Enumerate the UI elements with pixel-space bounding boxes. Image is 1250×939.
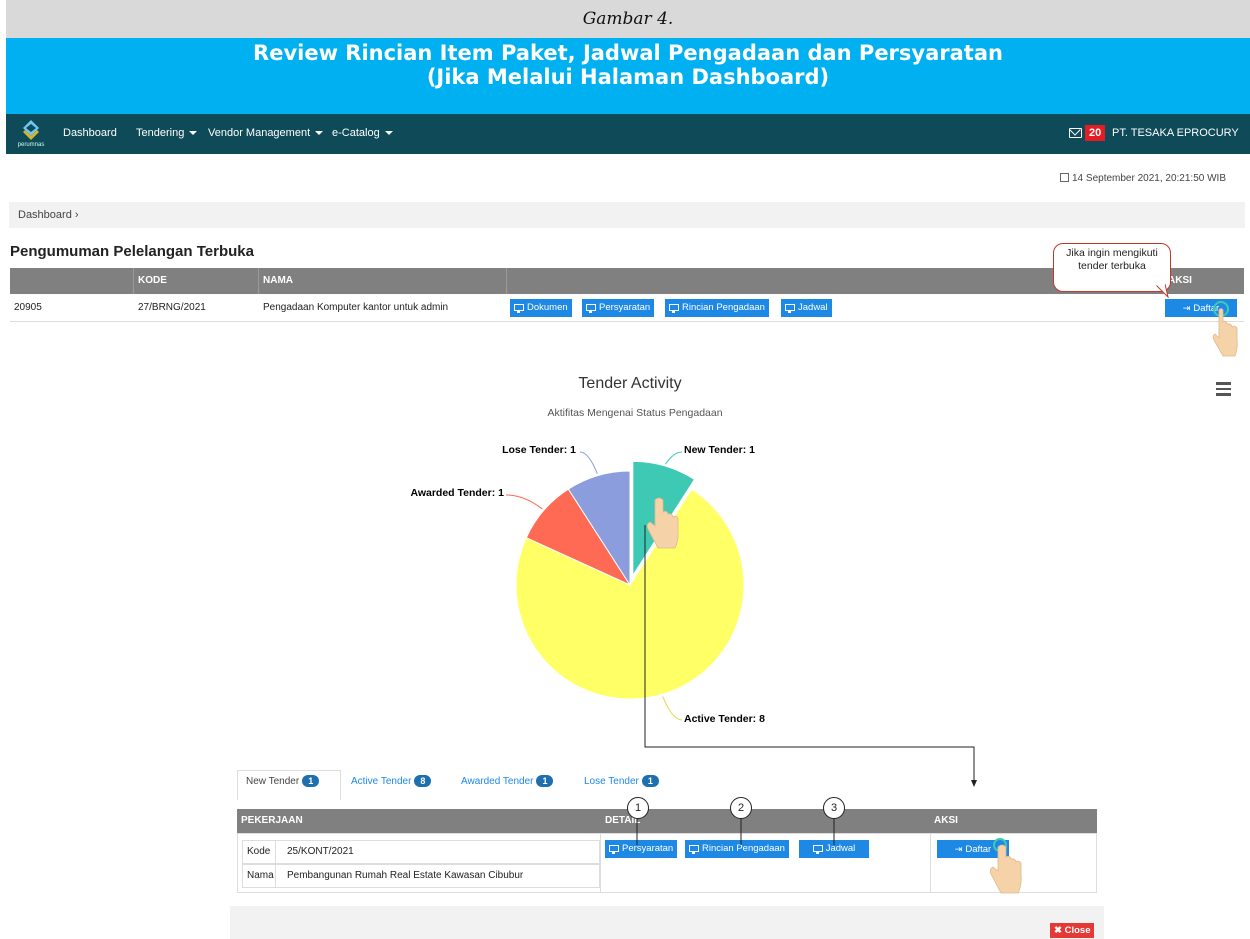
connector-line: [644, 525, 977, 787]
nav-ecatalog-label: e-Catalog: [332, 127, 380, 139]
dokumen-label: Dokumen: [527, 302, 568, 313]
heading-line-2: (Jika Melalui Halaman Dashboard): [426, 65, 830, 89]
marker-1: 1: [627, 797, 649, 819]
datetime-text: 14 September 2021, 20:21:50 WIB: [1072, 173, 1226, 184]
divider: [930, 834, 931, 892]
callout-tooltip: Jika ingin mengikuti tender terbuka: [1053, 243, 1171, 292]
chevron-down-icon: [384, 131, 393, 136]
calendar-icon: [1060, 173, 1069, 182]
tab-awarded-tender[interactable]: Awarded Tender 1: [461, 775, 554, 787]
row-nama: Pengadaan Komputer kantor untuk admin: [263, 302, 449, 313]
monitor-icon: [514, 304, 524, 313]
breadcrumb[interactable]: Dashboard ›: [9, 202, 1245, 228]
divider: [275, 865, 276, 887]
col-aksi: AKSI: [1168, 275, 1192, 286]
nav-vendor-management[interactable]: Vendor Management: [208, 127, 324, 139]
datetime: 14 September 2021, 20:21:50 WIB: [1060, 173, 1226, 184]
persyaratan-button[interactable]: Persyaratan: [582, 299, 655, 317]
tab-awarded-count: 1: [536, 775, 554, 787]
close-button[interactable]: ✖ Close: [1050, 923, 1095, 938]
monitor-icon: [785, 304, 795, 313]
col-pekerjaan: PEKERJAAN: [241, 815, 303, 826]
monitor-icon: [609, 845, 619, 854]
pie-label: New Tender: 1: [684, 444, 755, 456]
chevron-down-icon: [315, 131, 324, 136]
page-heading: Review Rincian Item Paket, Jadwal Pengad…: [6, 38, 1250, 114]
kode-label: Kode: [247, 846, 271, 857]
pie-label: Lose Tender: 1: [502, 444, 576, 456]
nav-e-catalog[interactable]: e-Catalog: [332, 127, 393, 139]
persyaratan-label: Persyaratan: [599, 302, 651, 313]
close-icon: ✖: [1054, 925, 1065, 936]
section-title: Pengumuman Pelelangan Terbuka: [10, 243, 254, 260]
jadwal-button[interactable]: Jadwal: [781, 299, 832, 317]
table-row: 20905 27/BRNG/2021 Pengadaan Komputer ka…: [10, 294, 1244, 322]
nav-tendering[interactable]: Tendering: [136, 127, 198, 139]
perumnas-logo[interactable]: perumnas: [16, 118, 46, 150]
monitor-icon: [586, 304, 596, 313]
chart-subtitle: Aktifitas Mengenai Status Pengadaan: [547, 407, 723, 419]
kode-value: 25/KONT/2021: [287, 846, 354, 857]
hand-pointer-icon: [1212, 301, 1238, 357]
nama-label: Nama: [247, 870, 274, 881]
mail-icon[interactable]: [1069, 128, 1082, 138]
tab-active-count: 8: [414, 775, 432, 787]
logo-text: perumnas: [17, 142, 45, 148]
mail-count-badge: 20: [1085, 125, 1106, 141]
pie-leader-line: [665, 451, 683, 465]
nav-tendering-label: Tendering: [136, 127, 185, 139]
kode-row: Kode 25/KONT/2021: [242, 840, 600, 864]
rincian-pengadaan-button[interactable]: Rincian Pengadaan: [665, 299, 769, 317]
nav-vendor-label: Vendor Management: [208, 127, 311, 139]
chevron-down-icon: [189, 131, 198, 136]
tab-new-tender[interactable]: New Tender 1: [246, 775, 320, 787]
col-nama: NAMA: [259, 268, 507, 294]
tab-lose-tender[interactable]: Lose Tender 1: [584, 775, 659, 787]
dokumen-button[interactable]: Dokumen: [510, 299, 572, 317]
nama-row: Nama Pembangunan Rumah Real Estate Kawas…: [242, 864, 600, 888]
col-id: [10, 268, 134, 294]
close-label: Close: [1064, 925, 1091, 936]
marker-3: 3: [823, 797, 845, 819]
pie-label: Awarded Tender: 1: [410, 487, 504, 499]
divider: [275, 841, 276, 863]
divider: [600, 834, 601, 892]
col-aksi: AKSI: [934, 815, 958, 826]
top-navbar: perumnas Dashboard Tendering Vendor Mana…: [6, 114, 1250, 154]
marker-2: 2: [730, 797, 752, 819]
tab-active-tender[interactable]: Active Tender 8: [351, 775, 432, 787]
tab-lose-label: Lose Tender: [584, 776, 639, 787]
rincian-label: Rincian Pengadaan: [682, 302, 765, 313]
monitor-icon: [669, 304, 679, 313]
jadwal-label: Jadwal: [798, 302, 828, 313]
tab-new-label: New Tender: [246, 776, 300, 787]
hand-pointer-icon: [989, 838, 1022, 894]
heading-line-1: Review Rincian Item Paket, Jadwal Pengad…: [253, 41, 1003, 65]
pie-leader-line: [579, 451, 598, 474]
nav-dashboard[interactable]: Dashboard: [63, 127, 117, 139]
callout-tail: [1155, 284, 1169, 298]
sign-in-icon: ⇥: [954, 844, 963, 854]
col-kode: KODE: [134, 268, 259, 294]
pie-leader-line: [505, 494, 543, 510]
chart-title: Tender Activity: [578, 375, 682, 392]
company-name[interactable]: PT. TESAKA EPROCURY: [1112, 127, 1239, 139]
tab-active-label: Active Tender: [351, 776, 412, 787]
row-id: 20905: [14, 302, 42, 313]
figure-caption: Gambar 4.: [6, 0, 1250, 38]
tab-new-count: 1: [302, 775, 320, 787]
tab-lose-count: 1: [641, 775, 659, 787]
modal-footer: [230, 906, 1104, 939]
nama-value: Pembangunan Rumah Real Estate Kawasan Ci…: [287, 870, 524, 881]
tab-awarded-label: Awarded Tender: [461, 776, 534, 787]
row-kode: 27/BRNG/2021: [138, 302, 206, 313]
sign-in-icon: ⇥: [1182, 303, 1191, 313]
chart-menu-icon[interactable]: [1216, 382, 1231, 399]
